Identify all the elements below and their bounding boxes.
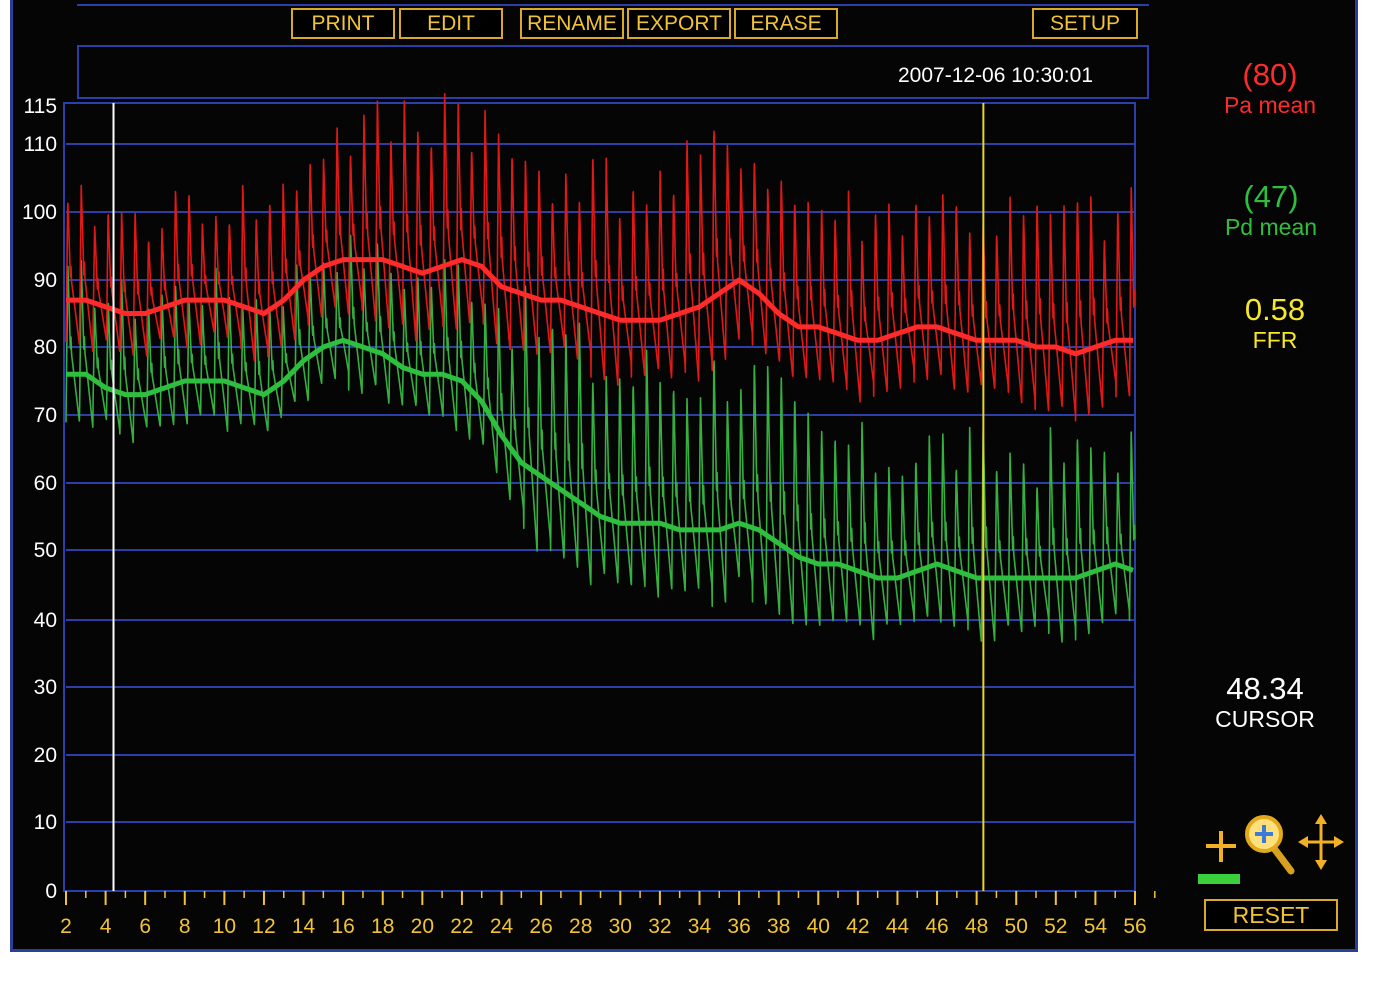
x-tick-label: 20	[411, 915, 434, 938]
y-tick-label: 20	[34, 744, 57, 767]
y-tick-label: 50	[34, 539, 57, 562]
x-tick-label: 38	[767, 915, 790, 938]
y-tick-label: 100	[22, 201, 57, 224]
y-tick-label: 110	[24, 133, 57, 156]
y-tick-label: 80	[34, 336, 57, 359]
x-tick-label: 8	[179, 915, 191, 938]
x-tick-label: 44	[886, 915, 910, 938]
y-axis-ticks: 0 10 20 30 40 50 60 70 80 90 100 110 115	[22, 95, 57, 903]
plot-frame	[63, 102, 1136, 892]
x-tick-label: 24	[490, 915, 514, 938]
x-tick-label: 28	[569, 915, 592, 938]
y-tick-label: 30	[34, 676, 57, 699]
pressure-waveforms	[65, 92, 1136, 643]
x-tick-label: 10	[213, 915, 236, 938]
x-tick-label: 12	[252, 915, 275, 938]
pd-waveform	[65, 234, 1136, 643]
y-tick-label: 0	[45, 880, 57, 903]
y-tick-label: 90	[34, 269, 57, 292]
x-tick-label: 14	[292, 915, 316, 938]
x-tick-label: 48	[965, 915, 988, 938]
x-tick-label: 52	[1044, 915, 1067, 938]
x-tick-label: 6	[139, 915, 151, 938]
y-tick-label: 10	[34, 811, 57, 834]
pa-waveform	[65, 92, 1136, 422]
x-tick-label: 22	[450, 915, 473, 938]
x-tick-label: 50	[1005, 915, 1028, 938]
x-tick-label: 54	[1084, 915, 1108, 938]
x-tick-label: 18	[371, 915, 394, 938]
x-tick-label: 16	[331, 915, 354, 938]
x-tick-label: 34	[688, 915, 712, 938]
y-tick-label: 40	[34, 609, 57, 632]
x-tick-label: 4	[100, 915, 112, 938]
chart-grid	[63, 102, 1136, 892]
pressure-trace-chart: 0102030405060708090100110115 2 4 6 8 10 12 14 1…	[22, 92, 1156, 938]
x-tick-label: 42	[846, 915, 869, 938]
y-tick-label: 70	[34, 404, 57, 427]
x-axis-ticks: 2 4 6 8 10 12 14 16 18 20 22 24 26 28 30 32 34 36 38 40 42 44…	[60, 891, 1156, 938]
x-tick-label: 26	[529, 915, 552, 938]
x-tick-label: 46	[925, 915, 948, 938]
x-tick-label: 2	[60, 915, 72, 938]
y-tick-label: 60	[34, 472, 57, 495]
y-tick-label: 115	[24, 95, 57, 118]
x-tick-label: 40	[807, 915, 830, 938]
x-tick-label: 30	[609, 915, 632, 938]
x-tick-label: 32	[648, 915, 671, 938]
x-tick-label: 56	[1123, 915, 1146, 938]
x-tick-label: 36	[727, 915, 750, 938]
